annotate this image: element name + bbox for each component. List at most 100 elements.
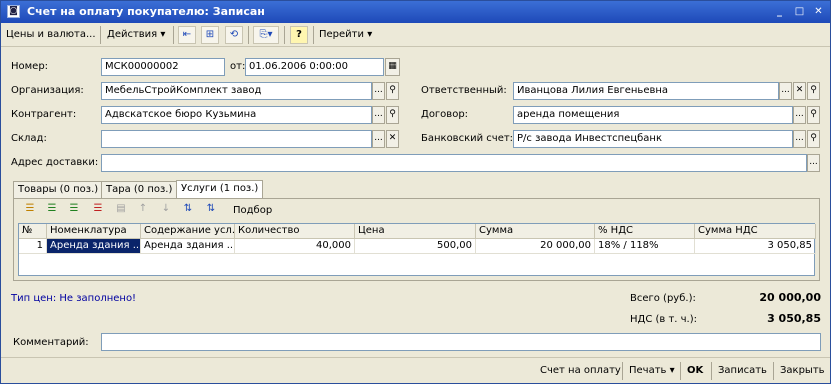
save-button[interactable]: Записать	[718, 363, 767, 379]
toolbar-separator	[173, 26, 174, 44]
edit-row-icon[interactable]: ☰	[65, 201, 83, 219]
delivery-address-select-button[interactable]: ...	[807, 154, 820, 172]
date-field[interactable]: 01.06.2006 0:00:00	[245, 58, 384, 76]
table-cell[interactable]: 3 050,85	[695, 239, 816, 254]
search-icon[interactable]: ⚲	[386, 82, 399, 100]
column-header[interactable]: Содержание усл...	[141, 224, 235, 239]
structure-icon[interactable]: ⊞	[201, 26, 219, 44]
contract-label: Договор:	[421, 109, 469, 120]
search-icon[interactable]: ⚲	[807, 82, 820, 100]
chevron-down-icon: ▾	[367, 29, 373, 40]
contract-field[interactable]: аренда помещения	[513, 106, 793, 124]
services-table[interactable]: № Номенклатура Содержание усл... Количес…	[18, 223, 816, 276]
document-window: ◙ Счет на оплату покупателю: Записан _ □…	[0, 0, 831, 384]
document-icon: ◙	[7, 5, 20, 18]
toolbar-separator	[313, 26, 314, 44]
print-label: Печать	[629, 365, 667, 376]
vat-value: 3 050,85	[767, 312, 821, 325]
clear-icon[interactable]: ✕	[793, 82, 806, 100]
comment-field[interactable]	[101, 333, 821, 351]
search-icon[interactable]: ⚲	[807, 106, 820, 124]
delivery-address-label: Адрес доставки:	[11, 157, 99, 168]
minimize-button[interactable]: _	[773, 6, 786, 18]
actions-menu[interactable]: Действия ▾	[107, 27, 165, 43]
tab-goods[interactable]: Товары (0 поз.)	[13, 181, 104, 198]
warehouse-select-button[interactable]: ...	[372, 130, 385, 148]
contract-select-button[interactable]: ...	[793, 106, 806, 124]
document-flow-icon[interactable]: ⎘▾	[253, 26, 279, 44]
tab-services[interactable]: Услуги (1 поз.)	[176, 180, 264, 199]
column-header[interactable]: Сумма НДС	[695, 224, 816, 239]
number-field[interactable]: МСК00000002	[101, 58, 225, 76]
tab-containers[interactable]: Тара (0 поз.)	[101, 181, 178, 198]
bank-account-label: Банковский счет:	[421, 133, 514, 144]
search-icon[interactable]: ⚲	[807, 130, 820, 148]
goto-label: Перейти	[319, 29, 364, 40]
table-cell[interactable]: 500,00	[355, 239, 476, 254]
bank-account-select-button[interactable]: ...	[793, 130, 806, 148]
column-header[interactable]: % НДС	[595, 224, 695, 239]
warehouse-field[interactable]	[101, 130, 372, 148]
maximize-button[interactable]: □	[793, 6, 806, 18]
table-cell[interactable]: 40,000	[235, 239, 355, 254]
organization-label: Организация:	[11, 85, 84, 96]
help-button[interactable]: ?	[290, 26, 308, 44]
refresh-icon[interactable]: ⟲	[225, 26, 243, 44]
close-window-button[interactable]: ✕	[812, 6, 825, 18]
table-cell[interactable]: 20 000,00	[476, 239, 595, 254]
counterparty-label: Контрагент:	[11, 109, 77, 120]
table-cell[interactable]: Аренда здания ...	[47, 239, 141, 254]
bottom-separator	[622, 362, 623, 380]
responsible-select-button[interactable]: ...	[779, 82, 792, 100]
sort-ascending-icon[interactable]: ⇅	[179, 201, 197, 219]
move-down-icon[interactable]: ↓	[157, 201, 175, 219]
end-edit-icon[interactable]: ▤	[112, 201, 130, 219]
price-type-link[interactable]: Тип цен: Не заполнено!	[11, 291, 136, 307]
add-row-icon[interactable]: ☰	[21, 201, 39, 219]
chevron-down-icon: ▾	[669, 365, 675, 376]
organization-select-button[interactable]: ...	[372, 82, 385, 100]
chevron-down-icon: ▾	[160, 29, 166, 40]
column-header[interactable]: Количество	[235, 224, 355, 239]
column-header[interactable]: Сумма	[476, 224, 595, 239]
sort-descending-icon[interactable]: ⇅	[202, 201, 220, 219]
bottom-bar: Счет на оплату Печать ▾ OK Записать Закр…	[1, 357, 830, 383]
close-button[interactable]: Закрыть	[780, 363, 825, 379]
column-header[interactable]: №	[19, 224, 47, 239]
table-cell[interactable]: 18% / 118%	[595, 239, 695, 254]
search-icon[interactable]: ⚲	[386, 106, 399, 124]
comment-label: Комментарий:	[13, 337, 89, 348]
prices-currency-button[interactable]: Цены и валюта...	[6, 27, 96, 43]
bottom-separator	[680, 362, 681, 380]
add-copy-icon[interactable]: ☰	[43, 201, 61, 219]
title-bar[interactable]: ◙ Счет на оплату покупателю: Записан _ □…	[1, 1, 830, 23]
clear-icon[interactable]: ✕	[386, 130, 399, 148]
table-cell[interactable]: 1	[19, 239, 47, 254]
responsible-field[interactable]: Иванцова Лилия Евгеньевна	[513, 82, 779, 100]
column-header[interactable]: Номенклатура	[47, 224, 141, 239]
invoice-button[interactable]: Счет на оплату	[540, 363, 621, 379]
table-cell[interactable]: Аренда здания ...	[141, 239, 235, 254]
selection-button[interactable]: Подбор	[233, 203, 272, 219]
goto-menu[interactable]: Перейти ▾	[319, 27, 372, 43]
bank-account-field[interactable]: Р/с завода Инвестспецбанк	[513, 130, 793, 148]
warehouse-label: Склад:	[11, 133, 47, 144]
total-label: Всего (руб.):	[630, 293, 696, 304]
print-menu[interactable]: Печать ▾	[629, 363, 675, 379]
bottom-separator	[773, 362, 774, 380]
window-title: Счет на оплату покупателю: Записан	[27, 5, 265, 18]
calendar-icon[interactable]: ▦	[385, 58, 400, 76]
delivery-address-field[interactable]	[101, 154, 807, 172]
vat-label: НДС (в т. ч.):	[630, 314, 698, 325]
counterparty-field[interactable]: Адвскатское бюро Кузьмина	[101, 106, 372, 124]
ok-button[interactable]: OK	[687, 363, 703, 379]
move-up-icon[interactable]: ↑	[134, 201, 152, 219]
responsible-label: Ответственный:	[421, 85, 507, 96]
organization-field[interactable]: МебельСтройКомплект завод	[101, 82, 372, 100]
total-value: 20 000,00	[759, 291, 821, 304]
arrow-left-icon[interactable]: ⇤	[178, 26, 196, 44]
counterparty-select-button[interactable]: ...	[372, 106, 385, 124]
delete-row-icon[interactable]: ☰	[89, 201, 107, 219]
column-header[interactable]: Цена	[355, 224, 476, 239]
number-label: Номер:	[11, 61, 49, 72]
